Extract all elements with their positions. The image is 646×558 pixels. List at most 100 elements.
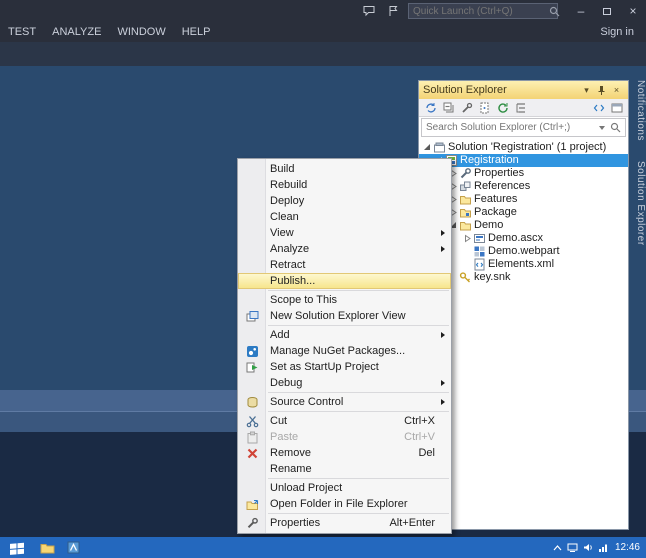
menu-item-build[interactable]: Build [238, 161, 451, 177]
menu-item-label: Properties [270, 517, 321, 529]
app-icon[interactable] [60, 537, 86, 558]
solution-explorer-titlebar[interactable]: Solution Explorer ▾ × [419, 81, 628, 99]
menu-window[interactable]: WINDOW [109, 22, 173, 42]
collapse-all-icon[interactable] [441, 101, 456, 115]
expander-expanded-icon[interactable] [422, 142, 432, 153]
sign-in-link[interactable]: Sign in [588, 26, 646, 38]
visual-studio-window: – × TEST ANALYZE WINDOW HELP Sign in Not… [0, 0, 646, 558]
tree-item-label: Demo.ascx [488, 232, 544, 244]
main-workspace: Notifications Solution Explorer Solution… [0, 42, 646, 537]
tray-up-arrow-icon[interactable] [553, 544, 562, 552]
menu-item-properties[interactable]: Properties Alt+Enter [238, 515, 451, 531]
restore-button[interactable] [594, 2, 620, 20]
menu-item-cut[interactable]: Cut Ctrl+X [238, 413, 451, 429]
remove-icon [247, 448, 257, 458]
menu-item-manage-nuget-packages[interactable]: Manage NuGet Packages... [238, 343, 451, 359]
menu-item-new-solution-explorer-view[interactable]: New Solution Explorer View [238, 308, 451, 324]
webpart-icon [472, 245, 487, 258]
menu-item-analyze[interactable]: Analyze [238, 241, 451, 257]
expander-collapsed-icon[interactable] [462, 233, 472, 244]
menu-separator [268, 513, 449, 514]
search-icon [549, 6, 560, 17]
folder-open-icon [458, 219, 473, 232]
search-icon[interactable] [610, 122, 621, 133]
tree-item-label: References [474, 180, 531, 192]
taskbar-clock[interactable]: 12:46 [613, 542, 640, 553]
project-context-menu: Build Rebuild Deploy Clean View Analyze … [237, 158, 452, 534]
wrench-icon [458, 167, 473, 180]
tree-item-label: Solution 'Registration' (1 project) [448, 141, 607, 153]
menu-item-source-control[interactable]: Source Control [238, 394, 451, 410]
refresh-icon[interactable] [495, 101, 510, 115]
menu-item-label: Scope to This [270, 294, 338, 306]
menu-item-label: Unload Project [270, 482, 343, 494]
references-icon [458, 180, 473, 193]
open-folder-icon [246, 499, 258, 510]
properties-icon[interactable] [459, 101, 474, 115]
pin-icon[interactable] [594, 83, 609, 97]
menu-item-label: New Solution Explorer View [270, 310, 406, 322]
file-explorer-icon[interactable] [34, 537, 60, 558]
show-all-files-icon[interactable] [477, 101, 492, 115]
close-icon[interactable]: × [609, 83, 624, 97]
menu-item-view[interactable]: View [238, 225, 451, 241]
search-input[interactable] [422, 122, 599, 133]
submenu-arrow-icon [441, 331, 445, 338]
tree-item-solution[interactable]: Solution 'Registration' (1 project) [419, 141, 628, 154]
sync-icon[interactable] [423, 101, 438, 115]
menu-test[interactable]: TEST [0, 22, 44, 42]
quick-launch-input[interactable] [409, 5, 549, 17]
menu-icon-slot [238, 345, 266, 358]
menu-item-remove[interactable]: Remove Del [238, 445, 451, 461]
tree-item-label: Properties [474, 167, 525, 179]
menu-item-publish[interactable]: Publish... [238, 273, 451, 289]
preview-icon[interactable] [609, 101, 624, 115]
menu-item-rebuild[interactable]: Rebuild [238, 177, 451, 193]
notifications-flag-icon[interactable] [384, 3, 402, 19]
speaker-icon[interactable] [583, 543, 593, 552]
menu-item-debug[interactable]: Debug [238, 375, 451, 391]
menu-separator [268, 325, 449, 326]
toolbar-area [0, 42, 646, 66]
menu-item-rename[interactable]: Rename [238, 461, 451, 477]
package-icon [458, 206, 473, 219]
menu-item-label: Manage NuGet Packages... [270, 345, 406, 357]
expander-placeholder [462, 246, 472, 257]
menu-item-label: Analyze [270, 243, 310, 255]
menu-item-clean[interactable]: Clean [238, 209, 451, 225]
solution-explorer-toolbar [419, 99, 628, 117]
menu-item-paste[interactable]: Paste Ctrl+V [238, 429, 451, 445]
feedback-icon[interactable] [360, 3, 378, 19]
window-position-icon[interactable]: ▾ [579, 83, 594, 97]
menu-analyze[interactable]: ANALYZE [44, 22, 109, 42]
menu-item-retract[interactable]: Retract [238, 257, 451, 273]
menu-icon-slot [238, 447, 266, 460]
menu-item-unload-project[interactable]: Unload Project [238, 480, 451, 496]
menu-item-deploy[interactable]: Deploy [238, 193, 451, 209]
minimize-button[interactable]: – [568, 2, 594, 20]
tab-notifications[interactable]: Notifications [629, 70, 646, 151]
menu-item-label: Add [270, 329, 290, 341]
menubar: TEST ANALYZE WINDOW HELP Sign in [0, 22, 646, 42]
network-icon[interactable] [598, 543, 608, 552]
close-button[interactable]: × [620, 2, 646, 20]
status-icon[interactable] [567, 543, 578, 552]
submenu-arrow-icon [441, 245, 445, 252]
key-icon [458, 271, 473, 284]
quick-launch-box [408, 3, 560, 19]
menu-item-add[interactable]: Add [238, 327, 451, 343]
chevron-down-icon[interactable] [599, 125, 605, 130]
menu-item-scope-to-this[interactable]: Scope to This [238, 292, 451, 308]
restore-icon [603, 7, 611, 15]
menu-item-set-as-startup-project[interactable]: Set as StartUp Project [238, 359, 451, 375]
menu-icon-slot [238, 361, 266, 374]
start-button[interactable] [0, 537, 34, 558]
menu-item-label: Build [270, 163, 295, 175]
menu-item-label: View [270, 227, 294, 239]
menu-item-open-folder-in-file-explorer[interactable]: Open Folder in File Explorer [238, 496, 451, 512]
view-code-icon[interactable] [591, 101, 606, 115]
nest-files-icon[interactable] [513, 101, 528, 115]
tree-item-label: Features [474, 193, 518, 205]
menu-help[interactable]: HELP [174, 22, 219, 42]
tab-solution-explorer[interactable]: Solution Explorer [629, 151, 646, 256]
